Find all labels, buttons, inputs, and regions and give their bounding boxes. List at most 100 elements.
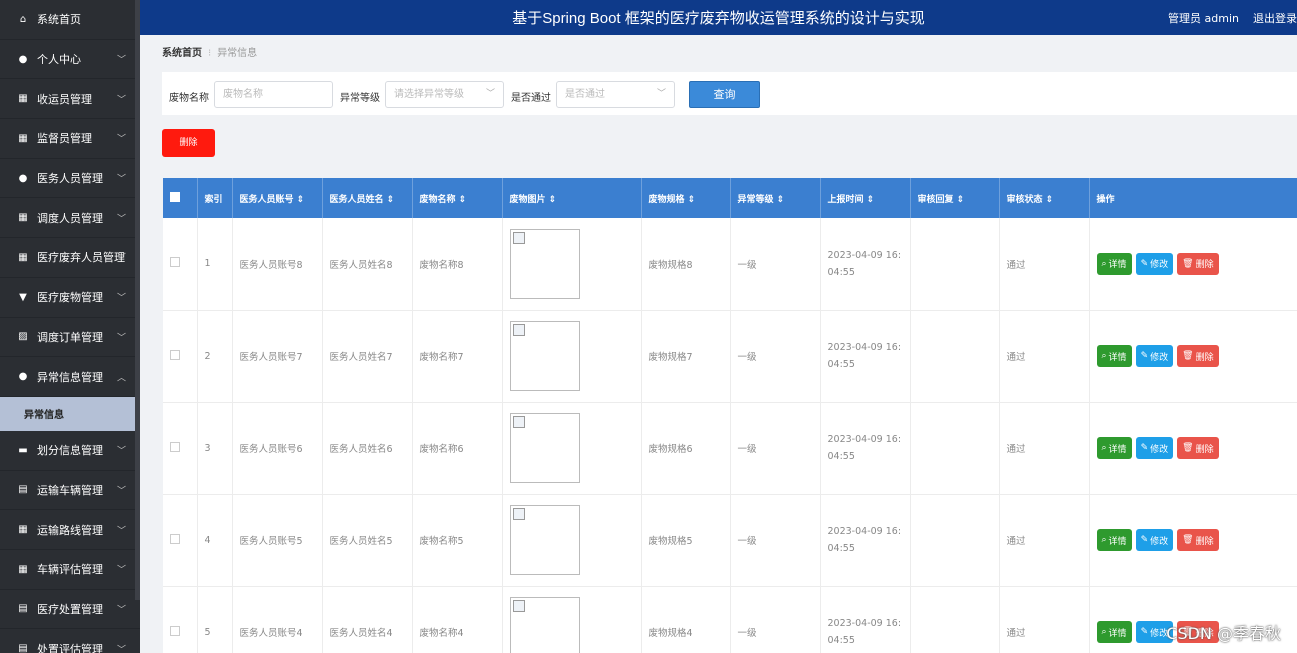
review-status-cell: 通过 <box>999 310 1090 403</box>
home-icon: ⌂ <box>19 13 27 25</box>
sidebar-item[interactable]: ▤ 处置评估管理 ﹀ <box>0 629 140 653</box>
search-icon: ⌕ <box>1101 351 1107 361</box>
detail-button[interactable]: ⌕ 详情 <box>1096 252 1132 275</box>
report-time-cell: 2023-04-09 16: 04:55 <box>820 586 911 653</box>
review-reply-cell <box>910 586 1000 653</box>
row-checkbox[interactable] <box>170 257 180 268</box>
edit-button[interactable]: ✎ 修改 <box>1135 252 1174 275</box>
waste-image-cell <box>502 218 642 311</box>
sidebar-item[interactable]: ● 异常信息管理 ︿ <box>0 357 140 397</box>
sidebar-item[interactable]: ▦ 运输路线管理 ﹀ <box>0 510 140 550</box>
level-select[interactable]: 请选择异常等级 ﹀ <box>385 81 504 108</box>
pencil-icon: ✎ <box>1140 351 1149 361</box>
actions-cell: ⌕ 详情 ✎ 修改 🗑 删除 <box>1089 494 1297 587</box>
report-time-date: 2023-04-09 16: <box>827 618 902 629</box>
report-time-cell: 2023-04-09 16: 04:55 <box>820 494 911 587</box>
row-checkbox[interactable] <box>170 349 180 360</box>
column-header[interactable]: 上报时间 ⇕ <box>820 178 911 218</box>
row-checkbox[interactable] <box>170 625 180 636</box>
sidebar-item[interactable]: ▤ 医疗处置管理 ﹀ <box>0 590 140 630</box>
row-checkbox[interactable] <box>170 441 180 452</box>
sidebar-item[interactable]: ▦ 调度人员管理 ﹀ <box>0 198 140 239</box>
waste-image-cell <box>502 586 642 653</box>
broken-image-icon <box>509 505 580 575</box>
chevron-down-icon: ﹀ <box>116 214 126 225</box>
trash-icon: 🗑 <box>1182 351 1194 361</box>
review-reply-cell <box>910 402 1000 495</box>
row-checkbox[interactable] <box>170 533 180 544</box>
sidebar-item[interactable]: ● 医务人员管理 ﹀ <box>0 159 140 199</box>
pass-select[interactable]: 是否通过 ﹀ <box>556 81 675 108</box>
review-status-cell: 通过 <box>999 494 1090 587</box>
waste-name-label: 废物名称 <box>169 93 209 104</box>
sidebar-item[interactable]: ▨ 调度订单管理 ﹀ <box>0 318 140 358</box>
row-select-cell <box>163 310 198 403</box>
sidebar-item[interactable]: ▤ 运输车辆管理 ﹀ <box>0 471 140 511</box>
logout-link[interactable]: 退出登录 <box>1253 10 1297 26</box>
account-cell: 医务人员账号5 <box>232 494 323 587</box>
column-header[interactable]: 异常等级 ⇕ <box>730 178 821 218</box>
sidebar-item[interactable]: ▦ 车辆评估管理 ﹀ <box>0 550 140 590</box>
staff-name-cell: 医务人员姓名6 <box>322 402 413 495</box>
detail-button[interactable]: ⌕ 详情 <box>1096 621 1132 643</box>
detail-button[interactable]: ⌕ 详情 <box>1096 345 1132 367</box>
edit-button[interactable]: ✎ 修改 <box>1135 345 1174 367</box>
breadcrumb-home[interactable]: 系统首页 <box>162 48 202 59</box>
actions-cell: ⌕ 详情 ✎ 修改 🗑 删除 <box>1089 218 1297 311</box>
column-header[interactable]: 审核状态 ⇕ <box>999 178 1090 218</box>
chevron-down-icon: ﹀ <box>116 526 126 537</box>
waste-spec-cell: 废物规格4 <box>641 586 731 653</box>
delete-button[interactable]: 🗑 删除 <box>1177 345 1219 367</box>
delete-button[interactable]: 🗑 删除 <box>1177 437 1219 459</box>
sidebar-item[interactable]: ▦ 监督员管理 ﹀ <box>0 119 140 159</box>
column-header[interactable]: 废物规格 ⇕ <box>641 178 731 218</box>
index-cell: 3 <box>197 402 233 495</box>
edit-button[interactable]: ✎ 修改 <box>1135 437 1174 459</box>
sidebar-item[interactable]: ▬ 划分信息管理 ﹀ <box>0 431 140 471</box>
column-header[interactable]: 医务人员姓名 ⇕ <box>322 178 413 218</box>
search-icon: ⌕ <box>1101 535 1107 545</box>
column-header[interactable]: 废物名称 ⇕ <box>412 178 503 218</box>
report-time-clock: 04:55 <box>827 635 855 646</box>
delete-button[interactable]: 🗑 删除 <box>1177 252 1219 275</box>
sidebar-item[interactable]: ● 个人中心 ﹀ <box>0 40 140 80</box>
detail-button[interactable]: ⌕ 详情 <box>1096 529 1132 551</box>
column-header[interactable]: 医务人员账号 ⇕ <box>232 178 323 218</box>
table-row: 3 医务人员账号6 医务人员姓名6 废物名称6 废物规格6 一级 2023-04-09 16… <box>163 402 1297 495</box>
broken-image-icon <box>509 413 580 483</box>
column-header[interactable]: 废物图片 ⇕ <box>502 178 642 218</box>
chevron-down-icon: ﹀ <box>116 565 126 576</box>
detail-button[interactable]: ⌕ 详情 <box>1096 437 1132 459</box>
index-cell: 4 <box>197 494 233 587</box>
table-row: 4 医务人员账号5 医务人员姓名5 废物名称5 废物规格5 一级 2023-04-09 16… <box>163 494 1297 587</box>
review-reply-cell <box>910 494 1000 587</box>
waste-spec-cell: 废物规格7 <box>641 310 731 403</box>
select-all-checkbox[interactable] <box>170 191 180 202</box>
sidebar-scrollbar[interactable] <box>135 0 140 600</box>
waste-name-cell: 废物名称7 <box>412 310 503 403</box>
sidebar-item-label: 车辆评估管理 <box>37 563 103 577</box>
waste-name-cell: 废物名称4 <box>412 586 503 653</box>
broken-image-icon <box>509 321 580 391</box>
chart-icon: ▨ <box>18 331 28 343</box>
chevron-down-icon: ﹀ <box>116 605 126 616</box>
query-button[interactable]: 查询 <box>689 81 760 108</box>
table-row: 2 医务人员账号7 医务人员姓名7 废物名称7 废物规格7 一级 2023-04-09 16… <box>163 310 1297 403</box>
person-icon: ● <box>18 371 28 383</box>
sidebar-item[interactable]: ▦ 收运员管理 ﹀ <box>0 79 140 120</box>
sidebar-item[interactable]: ⌂ 系统首页 <box>0 0 140 40</box>
report-time-date: 2023-04-09 16: <box>827 249 902 261</box>
review-status-cell: 通过 <box>999 586 1090 653</box>
row-select-cell <box>163 402 198 495</box>
sidebar-subitem-active[interactable]: 异常信息 <box>0 396 140 431</box>
bulk-delete-button[interactable]: 删除 <box>162 129 215 157</box>
edit-button[interactable]: ✎ 修改 <box>1135 529 1174 551</box>
waste-name-input[interactable]: 废物名称 <box>214 81 333 108</box>
delete-button[interactable]: 🗑 删除 <box>1177 529 1219 551</box>
report-time-clock: 04:55 <box>827 543 855 554</box>
sidebar-item[interactable]: ▦ 医疗废弃人员管理 ﹀ <box>0 238 140 278</box>
breadcrumb-separator: ⁝ <box>208 48 212 59</box>
sidebar-item[interactable]: ▼ 医疗废物管理 ﹀ <box>0 278 140 318</box>
column-header[interactable]: 审核回复 ⇕ <box>910 178 1000 218</box>
table-icon: ▦ <box>18 524 28 536</box>
